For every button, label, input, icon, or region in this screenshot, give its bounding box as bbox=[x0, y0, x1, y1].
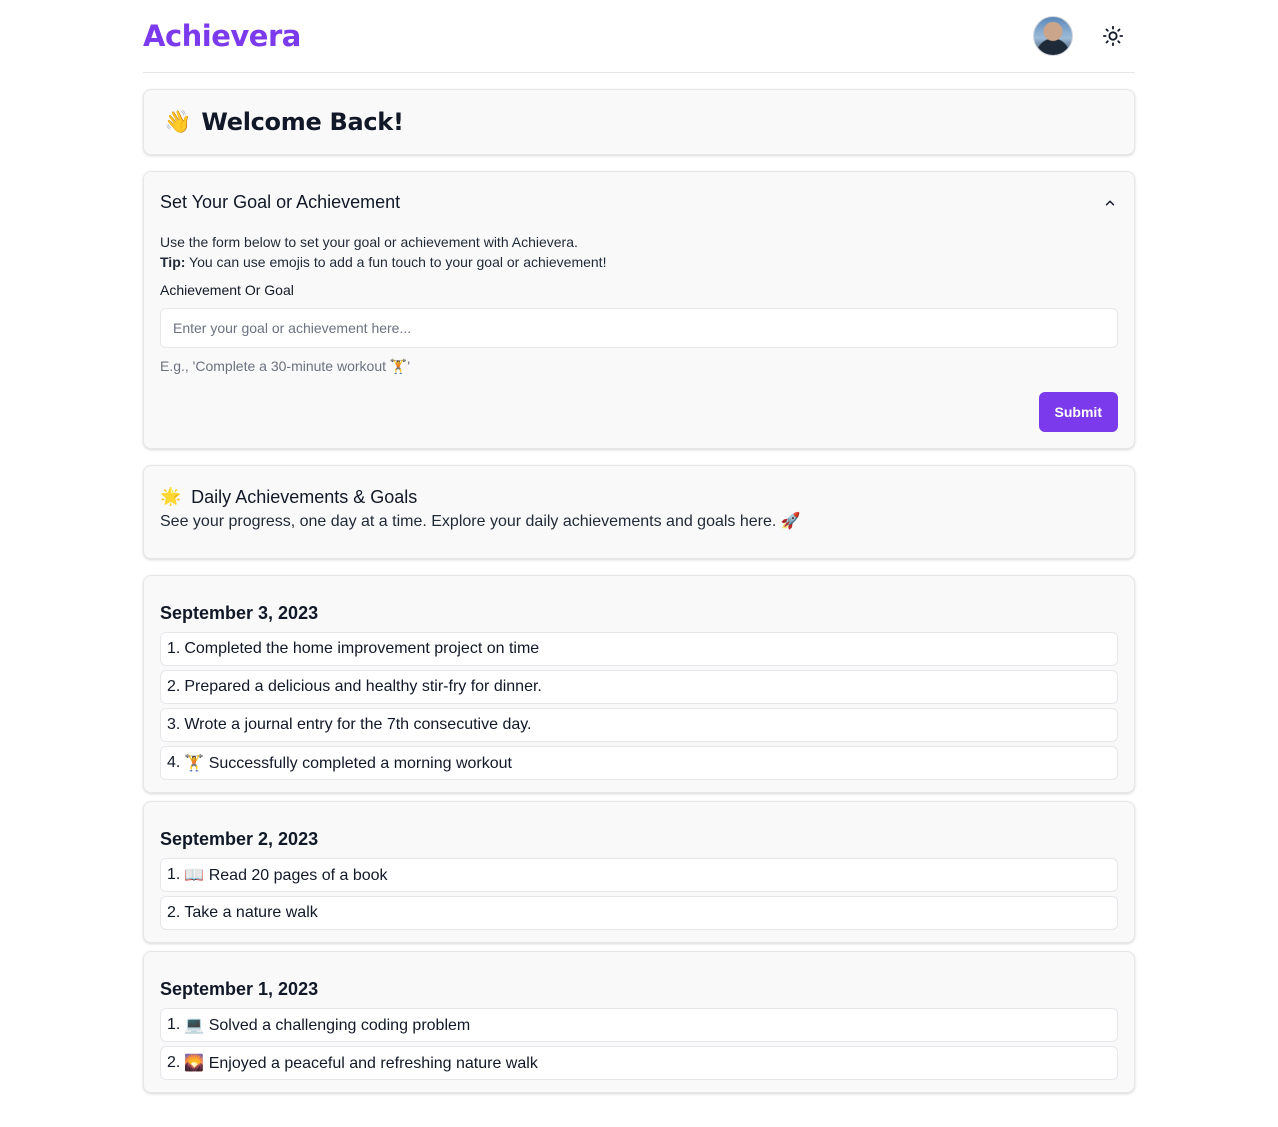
goal-form-card: Set Your Goal or Achievement Use the for… bbox=[143, 171, 1135, 449]
app-logo[interactable]: Achievera bbox=[143, 19, 301, 53]
list-item[interactable]: 1. Completed the home improvement project… bbox=[160, 632, 1118, 666]
achievement-list: 1. 📖 Read 20 pages of a book 2. Take a nat… bbox=[160, 858, 1118, 930]
item-text: 💻 Solved a challenging coding problem bbox=[184, 1017, 471, 1034]
waving-hand-icon: 👋 bbox=[164, 109, 192, 134]
main-container: Achievera 👋 Welcome Back! Set Your Goal … bbox=[143, 0, 1135, 1093]
goal-form-description: Use the form below to set your goal or a… bbox=[160, 232, 1118, 272]
submit-button[interactable]: Submit bbox=[1038, 392, 1118, 432]
sun-icon bbox=[1102, 25, 1124, 47]
day-date: September 2, 2023 bbox=[160, 828, 319, 849]
item-number: 2. bbox=[167, 904, 181, 921]
goal-helper-text: E.g., 'Complete a 30-minute workout 🏋️' bbox=[160, 358, 410, 374]
avatar[interactable] bbox=[1033, 16, 1073, 56]
description-text: Use the form below to set your goal or a… bbox=[160, 234, 578, 250]
goal-form-header[interactable]: Set Your Goal or Achievement bbox=[160, 172, 1118, 232]
day-card: September 1, 2023 1. 💻 Solved a challengi… bbox=[143, 951, 1135, 1093]
goal-input[interactable] bbox=[160, 308, 1118, 348]
page: Achievera 👋 Welcome Back! Set Your Goal … bbox=[0, 0, 1278, 1127]
list-item[interactable]: 2. 🌄 Enjoyed a peaceful and refreshing na… bbox=[160, 1046, 1118, 1080]
item-text: 🏋️ Successfully completed a morning work… bbox=[184, 755, 512, 772]
item-text: Take a nature walk bbox=[184, 904, 318, 921]
item-number: 1. bbox=[167, 866, 181, 883]
glowing-star-icon: 🌟 bbox=[160, 487, 182, 506]
item-text: Prepared a delicious and healthy stir-fr… bbox=[184, 678, 542, 695]
item-number: 2. bbox=[167, 1054, 181, 1071]
tip-label: Tip: bbox=[160, 254, 186, 270]
item-text: 🌄 Enjoyed a peaceful and refreshing natu… bbox=[184, 1055, 538, 1072]
welcome-title: Welcome Back! bbox=[201, 108, 404, 136]
header-actions bbox=[1033, 16, 1129, 56]
daily-title: Daily Achievements & Goals bbox=[191, 487, 418, 507]
theme-toggle-button[interactable] bbox=[1097, 20, 1129, 52]
item-number: 4. bbox=[167, 754, 181, 771]
list-item[interactable]: 2. Prepared a delicious and healthy stir-… bbox=[160, 670, 1118, 704]
list-item[interactable]: 1. 💻 Solved a challenging coding problem bbox=[160, 1008, 1118, 1042]
list-item[interactable]: 4. 🏋️ Successfully completed a morning wo… bbox=[160, 746, 1118, 780]
day-date: September 3, 2023 bbox=[160, 602, 319, 623]
item-text: Completed the home improvement project o… bbox=[184, 640, 540, 657]
day-card: September 3, 2023 1. Completed the home i… bbox=[143, 575, 1135, 793]
item-text: Wrote a journal entry for the 7th consec… bbox=[184, 716, 532, 733]
daily-title-row: 🌟 Daily Achievements & Goals bbox=[160, 484, 1118, 510]
item-number: 3. bbox=[167, 716, 181, 733]
day-date: September 1, 2023 bbox=[160, 978, 319, 999]
list-item[interactable]: 1. 📖 Read 20 pages of a book bbox=[160, 858, 1118, 892]
daily-achievements-card: 🌟 Daily Achievements & Goals See your pr… bbox=[143, 465, 1135, 559]
goal-form-title: Set Your Goal or Achievement bbox=[160, 192, 401, 212]
list-item[interactable]: 2. Take a nature walk bbox=[160, 896, 1118, 930]
achievement-list: 1. Completed the home improvement project… bbox=[160, 632, 1118, 780]
daily-subtitle: See your progress, one day at a time. Ex… bbox=[160, 513, 801, 530]
goal-field-label: Achievement Or Goal bbox=[160, 282, 294, 298]
item-number: 1. bbox=[167, 640, 181, 657]
tip-text: You can use emojis to add a fun touch to… bbox=[185, 254, 607, 270]
list-item[interactable]: 3. Wrote a journal entry for the 7th cons… bbox=[160, 708, 1118, 742]
day-card: September 2, 2023 1. 📖 Read 20 pages of a… bbox=[143, 801, 1135, 943]
achievement-list: 1. 💻 Solved a challenging coding problem … bbox=[160, 1008, 1118, 1080]
item-text: 📖 Read 20 pages of a book bbox=[184, 867, 388, 884]
item-number: 1. bbox=[167, 1016, 181, 1033]
item-number: 2. bbox=[167, 678, 181, 695]
chevron-up-icon[interactable] bbox=[1102, 195, 1118, 211]
top-header: Achievera bbox=[143, 0, 1135, 73]
welcome-card: 👋 Welcome Back! bbox=[143, 89, 1135, 155]
